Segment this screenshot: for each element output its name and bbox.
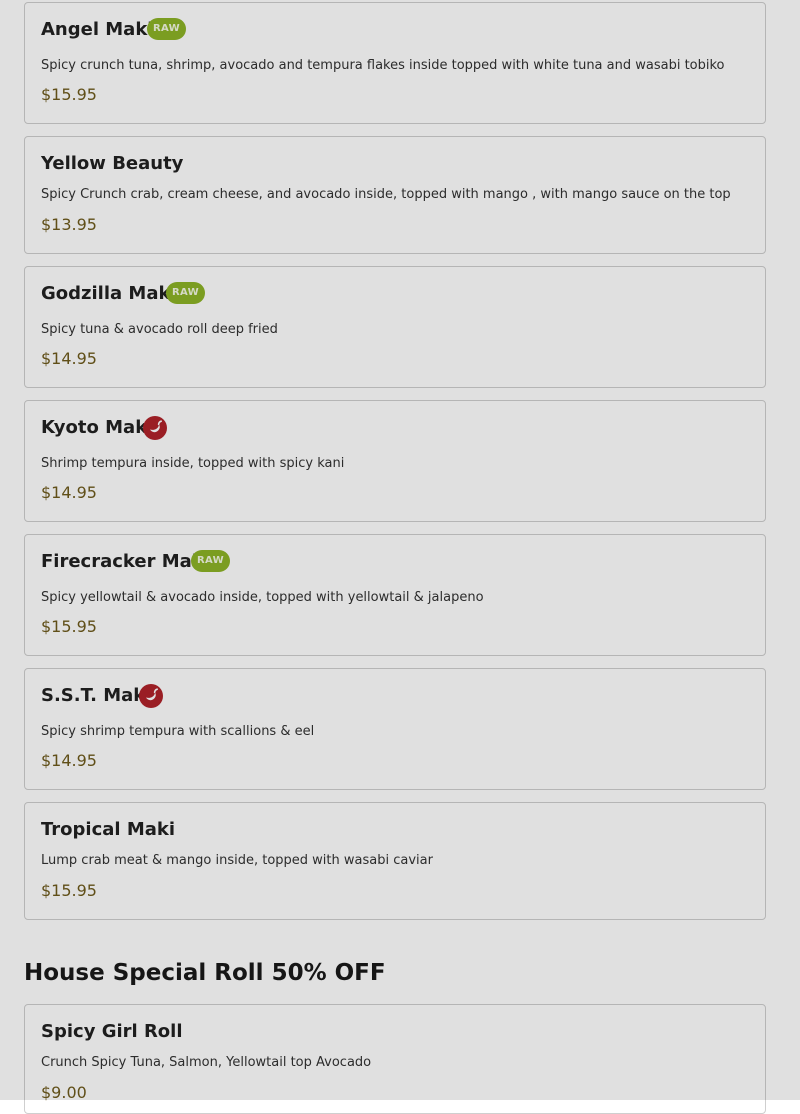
item-price: $14.95: [41, 483, 97, 502]
item-name: Godzilla Maki: [41, 283, 177, 304]
menu-item-card-firecracker-maki[interactable]: Firecracker Maki RAW Spicy yellowtail & …: [24, 534, 766, 656]
menu-item-card-spicy-girl-roll[interactable]: Spicy Girl Roll Crunch Spicy Tuna, Salmo…: [24, 1004, 766, 1114]
item-description: Spicy crunch tuna, shrimp, avocado and t…: [41, 58, 725, 73]
item-description: Spicy yellowtail & avocado inside, toppe…: [41, 590, 484, 605]
item-description: Lump crab meat & mango inside, topped wi…: [41, 853, 433, 868]
spicy-pepper-icon: [139, 684, 163, 708]
item-description: Crunch Spicy Tuna, Salmon, Yellowtail to…: [41, 1055, 372, 1070]
item-price: $9.00: [41, 1083, 87, 1102]
menu-item-card-tropical-maki[interactable]: Tropical Maki Lump crab meat & mango ins…: [24, 802, 766, 920]
item-description: Shrimp tempura inside, topped with spicy…: [41, 456, 345, 471]
item-name: Firecracker Maki: [41, 551, 210, 572]
menu-item-card-kyoto-maki[interactable]: Kyoto Maki Shrimp tempura inside, topped…: [24, 400, 766, 522]
item-price: $15.95: [41, 85, 97, 104]
menu-item-card-godzilla-maki[interactable]: Godzilla Maki RAW Spicy tuna & avocado r…: [24, 266, 766, 388]
menu-item-card-angel-maki[interactable]: Angel Maki RAW Spicy crunch tuna, shrimp…: [24, 2, 766, 124]
menu-page: Angel Maki RAW Spicy crunch tuna, shrimp…: [0, 0, 800, 1114]
item-name: Yellow Beauty: [41, 153, 184, 174]
item-price: $13.95: [41, 215, 97, 234]
raw-badge: RAW: [147, 18, 186, 40]
item-description: Spicy shrimp tempura with scallions & ee…: [41, 724, 315, 739]
raw-badge: RAW: [166, 282, 205, 304]
item-price: $15.95: [41, 617, 97, 636]
item-price: $14.95: [41, 751, 97, 770]
item-name: Kyoto Maki: [41, 417, 154, 438]
spicy-pepper-icon: [143, 416, 167, 440]
item-name: Angel Maki: [41, 19, 154, 40]
raw-badge: RAW: [191, 550, 230, 572]
item-name: S.S.T. Maki: [41, 685, 152, 706]
item-description: Spicy tuna & avocado roll deep fried: [41, 322, 278, 337]
section-title: House Special Roll 50% OFF: [24, 960, 386, 986]
item-price: $15.95: [41, 881, 97, 900]
item-name: Tropical Maki: [41, 819, 176, 840]
item-price: $14.95: [41, 349, 97, 368]
item-name: Spicy Girl Roll: [41, 1021, 183, 1042]
menu-item-card-sst-maki[interactable]: S.S.T. Maki Spicy shrimp tempura with sc…: [24, 668, 766, 790]
menu-item-card-yellow-beauty[interactable]: Yellow Beauty Spicy Crunch crab, cream c…: [24, 136, 766, 254]
item-description: Spicy Crunch crab, cream cheese, and avo…: [41, 187, 731, 202]
